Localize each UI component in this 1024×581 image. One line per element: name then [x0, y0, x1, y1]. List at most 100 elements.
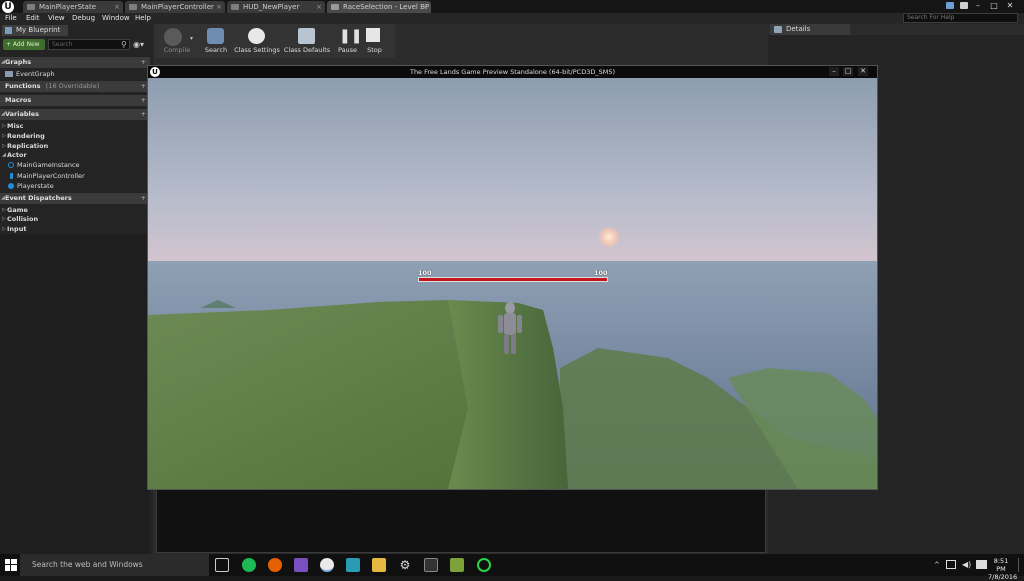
details-tab-label: Details: [786, 25, 811, 33]
game-preview-window[interactable]: U The Free Lands Game Preview Standalone…: [147, 65, 878, 490]
menu-window[interactable]: Window: [102, 13, 130, 24]
details-tab[interactable]: Details: [770, 24, 850, 35]
collapse-arrow-icon: ◢: [1, 195, 5, 201]
firefox-icon[interactable]: [268, 558, 282, 572]
close-tab-icon[interactable]: ×: [114, 1, 120, 13]
compile-options-arrow-icon[interactable]: ▾: [190, 35, 193, 42]
menu-debug[interactable]: Debug: [72, 13, 95, 24]
variable-main-game-instance[interactable]: MainGameInstance: [0, 160, 150, 170]
settings-gear-icon[interactable]: ⚙: [398, 558, 412, 572]
dispatcher-category-input[interactable]: ▷ Input: [0, 224, 150, 234]
tray-expand-icon[interactable]: ^: [934, 561, 940, 569]
unreal-logo-icon[interactable]: U: [2, 1, 14, 13]
game-window-titlebar[interactable]: U The Free Lands Game Preview Standalone…: [148, 66, 877, 78]
class-defaults-button[interactable]: Class Defaults: [283, 25, 331, 57]
blueprint-icon: [5, 27, 12, 34]
add-dispatcher-icon[interactable]: +: [141, 193, 146, 204]
game-scene: [148, 78, 877, 489]
compile-label: Compile: [163, 46, 191, 54]
menu-view[interactable]: View: [48, 13, 65, 24]
help-search-input[interactable]: Search For Help: [903, 13, 1018, 23]
view-options-icon[interactable]: ◉▾: [133, 40, 144, 49]
section-event-dispatchers[interactable]: ◢ Event Dispatchers +: [0, 193, 150, 204]
pause-button[interactable]: ❚❚ Pause: [335, 25, 363, 57]
epic-games-icon[interactable]: [424, 558, 438, 572]
feedback-icon[interactable]: [946, 2, 954, 9]
network-icon[interactable]: [946, 560, 956, 569]
minimize-icon[interactable]: –: [972, 1, 984, 11]
variable-label: MainGameInstance: [17, 161, 80, 169]
search-button[interactable]: Search: [201, 25, 231, 57]
category-label: Collision: [7, 215, 39, 223]
tab-hud-new-player[interactable]: HUD_NewPlayer ×: [227, 1, 325, 13]
tab-main-player-state[interactable]: MainPlayerState ×: [23, 1, 123, 13]
menu-edit[interactable]: Edit: [26, 13, 40, 24]
section-label: Macros: [5, 96, 32, 104]
close-tab-icon[interactable]: ×: [216, 1, 222, 13]
defaults-document-icon: [298, 28, 315, 44]
taskbar-search-input[interactable]: Search the web and Windows: [20, 554, 209, 576]
stop-icon: [366, 28, 380, 42]
graph-item-eventgraph[interactable]: EventGraph: [0, 69, 150, 79]
file-explorer-icon[interactable]: [372, 558, 386, 572]
show-desktop-button[interactable]: [1018, 558, 1023, 572]
windows-start-icon[interactable]: [5, 559, 17, 571]
health-max: 100: [594, 269, 608, 277]
settings-gear-icon: [248, 28, 265, 44]
class-settings-button[interactable]: Class Settings: [232, 25, 282, 57]
tab-main-player-controller[interactable]: MainPlayerController ×: [125, 1, 225, 13]
variable-category-misc[interactable]: ▷ Misc: [0, 121, 150, 131]
category-label: Rendering: [7, 132, 45, 140]
expand-arrow-icon: ▷: [2, 216, 6, 222]
variable-playerstate[interactable]: Playerstate: [0, 181, 150, 191]
blueprint-search-input[interactable]: Search: [48, 39, 130, 50]
section-variables[interactable]: ◢ Variables +: [0, 109, 150, 120]
close-tab-icon[interactable]: ×: [422, 1, 428, 13]
variable-main-player-controller[interactable]: MainPlayerController: [0, 171, 150, 181]
stop-button[interactable]: Stop: [362, 25, 387, 57]
dispatcher-category-collision[interactable]: ▷ Collision: [0, 214, 150, 224]
event-graph-canvas[interactable]: [156, 489, 766, 553]
input-keyboard-icon[interactable]: [976, 560, 987, 569]
tab-label: MainPlayerController: [141, 3, 214, 11]
close-tab-icon[interactable]: ×: [316, 1, 322, 13]
xbox-app-icon[interactable]: [477, 558, 491, 572]
add-function-icon[interactable]: +: [141, 81, 146, 92]
section-macros[interactable]: Macros +: [0, 95, 150, 106]
windows-taskbar: Search the web and Windows ⚙ ^ ◀) 8:51 P…: [0, 554, 1024, 581]
menu-file[interactable]: File: [5, 13, 17, 24]
add-variable-icon[interactable]: +: [141, 109, 146, 120]
details-icon: [774, 26, 782, 33]
add-new-button[interactable]: + Add New: [3, 39, 45, 50]
add-graph-icon[interactable]: +: [141, 57, 146, 68]
tab-race-selection-level-bp[interactable]: RaceSelection - Level BP ×: [327, 1, 431, 13]
maximize-icon[interactable]: □: [988, 1, 1000, 11]
compile-button[interactable]: ▾ Compile: [156, 25, 198, 57]
task-view-icon[interactable]: [215, 558, 229, 572]
blueprint-icon: [27, 4, 35, 10]
section-label: Graphs: [5, 58, 32, 66]
volume-icon[interactable]: ◀): [962, 560, 971, 569]
variable-category-actor[interactable]: ◢ Actor: [0, 150, 150, 160]
visual-studio-icon[interactable]: [294, 558, 308, 572]
close-icon[interactable]: ✕: [858, 67, 868, 76]
notification-icon[interactable]: [960, 2, 968, 9]
unreal-engine-icon[interactable]: [320, 558, 334, 572]
section-graphs[interactable]: ◢ Graphs +: [0, 57, 150, 68]
variable-category-rendering[interactable]: ▷ Rendering: [0, 131, 150, 141]
android-app-icon[interactable]: [450, 558, 464, 572]
close-icon[interactable]: ✕: [1004, 1, 1016, 11]
menu-help[interactable]: Help: [135, 13, 151, 24]
app-3d-icon[interactable]: [346, 558, 360, 572]
variable-label: Playerstate: [17, 182, 54, 190]
spotify-icon[interactable]: [242, 558, 256, 572]
expand-arrow-icon: ▷: [2, 133, 6, 139]
my-blueprint-tab[interactable]: My Blueprint: [2, 25, 68, 36]
section-functions[interactable]: Functions (16 Overridable) +: [0, 81, 150, 92]
add-macro-icon[interactable]: +: [141, 95, 146, 106]
game-viewport[interactable]: 100 100: [148, 78, 877, 489]
taskbar-clock[interactable]: 8:51 PM 7/8/2016: [988, 557, 1017, 581]
health-current: 100: [418, 269, 432, 277]
maximize-icon[interactable]: □: [843, 67, 853, 76]
minimize-icon[interactable]: –: [829, 67, 839, 76]
